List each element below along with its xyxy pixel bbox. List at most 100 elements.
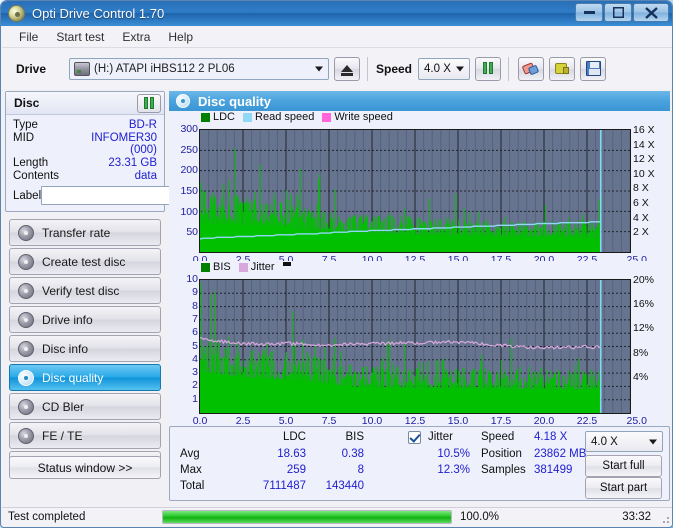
disc-contents-key: Contents — [13, 170, 60, 182]
bis-chart: BIS Jitter 10 9 8 7 6 5 4 3 2 1 20% 16% … — [169, 261, 670, 439]
erase-button[interactable] — [518, 56, 545, 81]
bis-ytick-8: 8 — [192, 299, 198, 312]
title-bar: Opti Drive Control 1.70 — [1, 1, 672, 26]
panel-header: Disc quality — [169, 91, 670, 111]
disc-row-label: Label — [6, 182, 212, 206]
bis-ytick-6: 6 — [192, 326, 198, 339]
start-full-button[interactable]: Start full — [585, 455, 662, 477]
bis-rtick-8: 8% — [633, 346, 649, 359]
stats-row-total-label: Total — [180, 480, 205, 492]
ldc-ytick-250: 250 — [180, 143, 198, 156]
menu-extra[interactable]: Extra — [113, 28, 159, 46]
start-part-button[interactable]: Start part — [585, 477, 662, 499]
test-speed-value: 4.0 X — [591, 435, 618, 448]
sidebar-item-cd-bler[interactable]: CD Bler — [9, 393, 161, 420]
refresh-icon — [481, 61, 496, 76]
bis-ytick-1: 1 — [192, 392, 198, 405]
toolbar-separator-1 — [367, 56, 368, 81]
legend-label-ldc: LDC — [213, 111, 236, 123]
ldc-rtick-4x: 4 X — [633, 211, 649, 224]
ldc-plot-area[interactable] — [199, 129, 631, 253]
eject-button[interactable] — [334, 56, 360, 81]
disc-quality-icon — [176, 94, 190, 108]
menu-file[interactable]: File — [10, 28, 47, 46]
disc-label-key: Label — [13, 189, 42, 202]
speed-label: Speed — [376, 61, 413, 76]
stats-row-max-label: Max — [180, 464, 202, 476]
maximize-button[interactable] — [604, 3, 632, 22]
disc-icon — [18, 311, 34, 328]
sidebar-item-disc-quality[interactable]: Disc quality — [9, 364, 161, 391]
jitter-max-value: 12.3% — [437, 464, 470, 476]
app-disc-icon — [8, 5, 25, 22]
stats-avg-ldc: 18.63 — [277, 448, 306, 460]
ldc-rtick-6x: 6 X — [633, 197, 649, 209]
window-title: Opti Drive Control 1.70 — [32, 6, 165, 21]
disc-row-length: Length 23.31 GB — [6, 156, 164, 169]
ldc-ytick-200: 200 — [180, 164, 198, 177]
menu-bar: File Start test Extra Help — [2, 26, 672, 48]
menu-start-test[interactable]: Start test — [47, 28, 113, 46]
samples-key-label: Samples — [481, 464, 526, 476]
close-button[interactable] — [633, 3, 669, 22]
speed-key-label: Speed — [481, 431, 515, 443]
toolbar-separator-2 — [508, 56, 510, 81]
position-key-label: Position — [481, 448, 522, 460]
bis-rtick-16: 16% — [633, 298, 655, 311]
drive-icon — [74, 61, 90, 76]
sidebar-item-verify-test-disc[interactable]: Verify test disc — [9, 277, 161, 304]
sidebar-item-label: Verify test disc — [42, 283, 120, 298]
stats-max-bis: 8 — [357, 464, 364, 476]
drive-select[interactable]: (H:) ATAPI iHBS112 2 PL06 — [69, 57, 329, 80]
minimize-button[interactable] — [575, 3, 603, 22]
sidebar-item-drive-info[interactable]: Drive info — [9, 306, 161, 333]
bis-yaxis-left: 10 9 8 7 6 5 4 3 2 1 — [169, 261, 198, 426]
floppy-save-icon — [585, 61, 601, 76]
plug-button[interactable] — [549, 56, 576, 81]
disc-refresh-button[interactable] — [137, 94, 161, 113]
save-button[interactable] — [580, 56, 607, 81]
sidebar-item-transfer-rate[interactable]: Transfer rate — [9, 219, 161, 246]
test-speed-select[interactable]: 4.0 X — [585, 431, 663, 452]
samples-value: 381499 — [534, 464, 573, 476]
legend-swatch-bis — [201, 262, 210, 272]
status-message: Test completed — [8, 511, 86, 523]
drive-select-value: (H:) ATAPI iHBS112 2 PL06 — [94, 62, 235, 75]
speed-value: 4.18 X — [534, 431, 568, 443]
bis-ytick-9: 9 — [192, 286, 198, 299]
resize-grip[interactable] — [659, 513, 670, 524]
jitter-checkbox[interactable] — [408, 431, 421, 444]
bis-rtick-4: 4% — [633, 370, 649, 383]
drive-label: Drive — [16, 61, 47, 76]
ldc-ytick-150: 150 — [180, 185, 198, 197]
disc-type-key: Type — [13, 119, 38, 131]
menu-help[interactable]: Help — [159, 28, 202, 46]
position-value: 23862 MB — [534, 448, 587, 460]
sidebar-item-fe-te[interactable]: FE / TE — [9, 422, 161, 449]
sidebar-item-disc-info[interactable]: Disc info — [9, 335, 161, 362]
legend-swatch-write-speed — [322, 112, 332, 122]
ldc-rtick-12x: 12 X — [633, 153, 655, 166]
ldc-rtick-2x: 2 X — [633, 226, 649, 239]
stats-row-avg-label: Avg — [180, 448, 200, 460]
status-window-button[interactable]: Status window >> — [9, 456, 161, 479]
sidebar-item-create-test-disc[interactable]: Create test disc — [9, 248, 161, 275]
bis-yaxis-right: 20% 16% 12% 8% 4% — [633, 261, 670, 426]
legend-label-jitter: Jitter — [250, 261, 275, 273]
ldc-yaxis-left: 300 250 200 150 100 50 — [169, 111, 198, 261]
bis-ytick-7: 7 — [192, 312, 198, 325]
chevron-down-icon — [315, 66, 323, 71]
disc-length-key: Length — [13, 157, 49, 169]
bis-plot-area[interactable] — [199, 279, 631, 414]
disc-icon — [18, 340, 34, 357]
speed-select[interactable]: 4.0 X — [418, 57, 471, 80]
bis-ytick-3: 3 — [192, 366, 198, 379]
status-bar: Test completed 100.0% 33:32 — [2, 507, 672, 526]
refresh-button[interactable] — [475, 56, 502, 81]
disc-box-header: Disc — [6, 92, 164, 115]
title-left: Opti Drive Control 1.70 — [1, 5, 164, 22]
bis-ytick-2: 2 — [192, 379, 198, 392]
ldc-ytick-300: 300 — [180, 123, 198, 135]
sidebar-item-label: Drive info — [42, 312, 93, 327]
stats-panel: LDC BIS Avg Max Total 18.63 259 7111487 … — [169, 426, 670, 501]
